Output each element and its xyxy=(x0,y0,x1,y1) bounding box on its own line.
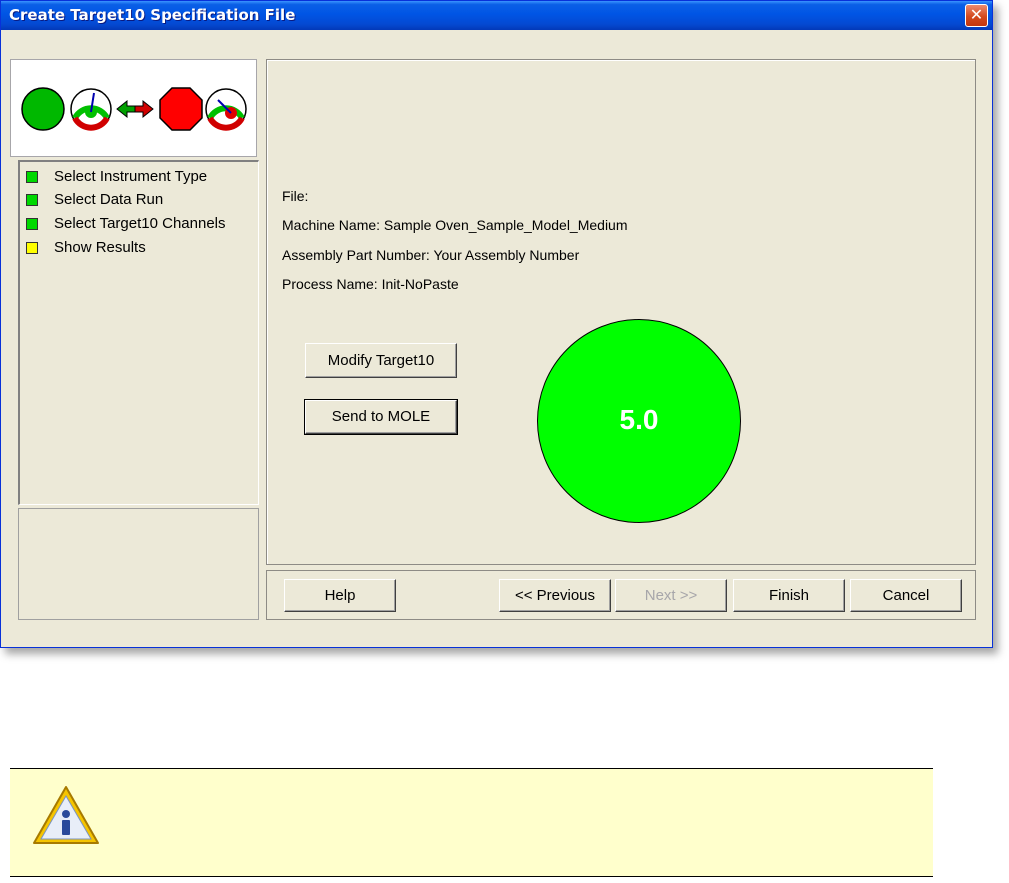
modify-target10-button[interactable]: Modify Target10 xyxy=(305,343,457,378)
red-stop-octagon-icon xyxy=(159,87,203,131)
score-indicator: 5.0 xyxy=(537,319,741,523)
score-value: 5.0 xyxy=(619,404,659,435)
process-name-label: Process Name: Init-NoPaste xyxy=(282,276,459,292)
machine-name-label: Machine Name: Sample Oven_Sample_Model_M… xyxy=(282,217,628,233)
note-box xyxy=(10,768,933,877)
red-gauge-icon xyxy=(205,88,247,131)
finish-button[interactable]: Finish xyxy=(733,579,845,612)
previous-button[interactable]: << Previous xyxy=(499,579,611,612)
green-gauge-icon xyxy=(70,88,112,131)
next-button: Next >> xyxy=(615,579,727,612)
step-status-indicator xyxy=(26,242,38,254)
double-arrow-icon xyxy=(116,99,154,119)
info-warning-triangle-icon xyxy=(33,786,99,844)
close-button[interactable]: ✕ xyxy=(965,4,988,27)
cancel-button[interactable]: Cancel xyxy=(850,579,962,612)
send-to-mole-button[interactable]: Send to MOLE xyxy=(304,399,458,435)
step-label: Select Data Run xyxy=(54,191,164,208)
assembly-part-number-label: Assembly Part Number: Your Assembly Numb… xyxy=(282,247,580,263)
file-label: File: xyxy=(282,188,309,204)
step-status-indicator xyxy=(26,218,38,230)
green-circle-icon xyxy=(21,87,65,131)
help-button[interactable]: Help xyxy=(284,579,396,612)
description-panel xyxy=(18,508,259,620)
step-label: Show Results xyxy=(54,239,146,256)
logo-graphic xyxy=(21,87,247,131)
step-status-indicator xyxy=(26,171,38,183)
window-title: Create Target10 Specification File xyxy=(9,6,296,24)
step-status-indicator xyxy=(26,194,38,206)
step-label: Select Instrument Type xyxy=(54,168,208,185)
title-bar[interactable]: Create Target10 Specification File ✕ xyxy=(1,1,992,30)
steps-panel: Select Instrument Type Select Data Run S… xyxy=(18,160,259,505)
step-label: Select Target10 Channels xyxy=(54,215,226,232)
wizard-logo xyxy=(10,59,257,157)
